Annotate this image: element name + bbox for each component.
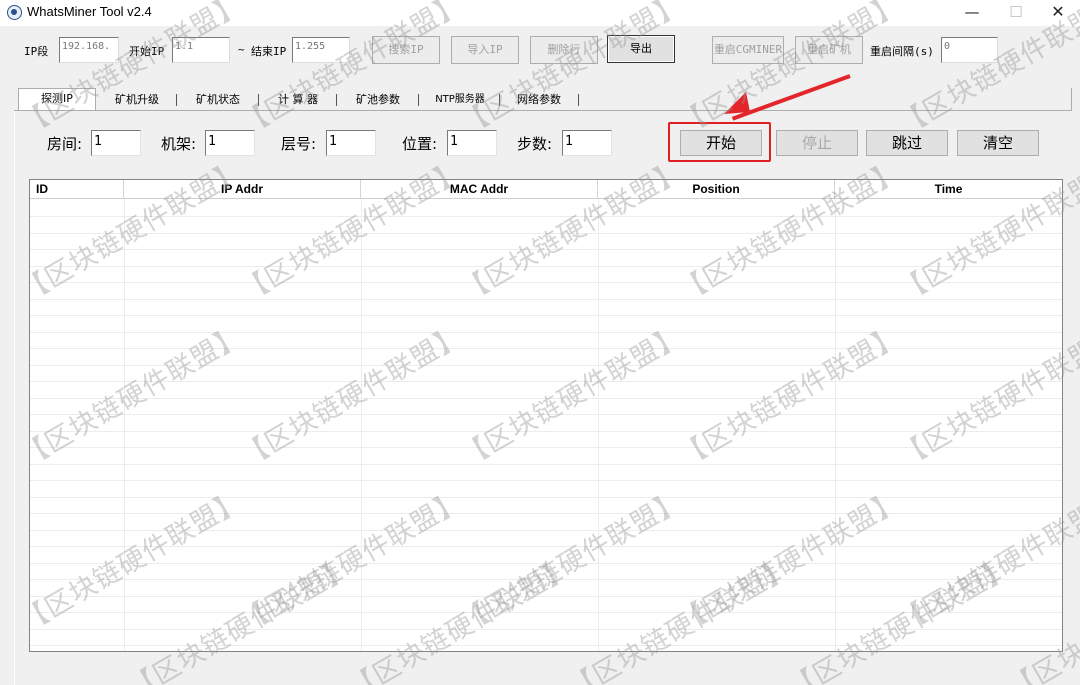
table-grid-line <box>30 563 1062 564</box>
tab-miner-upgrade[interactable]: 矿机升级 <box>100 90 174 110</box>
table-grid-line <box>30 315 1062 316</box>
end-ip-label: 结束IP <box>251 45 287 58</box>
table-grid-line <box>30 447 1062 448</box>
ip-toolbar: IP段 192.168. 开始IP 1.1 ~ 结束IP 1.255 搜索IP … <box>0 26 1080 86</box>
tab-strip: 探测IP 矿机升级 矿机状态 计 算 器 矿池参数 NTP服务器 网络参数 <box>18 88 1073 110</box>
clear-button[interactable]: 清空 <box>957 130 1039 156</box>
table-grid-line <box>30 596 1062 597</box>
tab-separator <box>176 94 177 106</box>
scan-ip-button[interactable]: 搜索IP <box>372 36 440 64</box>
table-grid-line <box>30 414 1062 415</box>
column-mac-addr[interactable]: MAC Addr <box>361 180 598 199</box>
table-grid-line <box>30 612 1062 613</box>
table-grid-line <box>30 332 1062 333</box>
room-input[interactable]: 1 <box>91 130 141 156</box>
delete-row-button[interactable]: 删除行 <box>530 36 598 64</box>
table-grid-column <box>361 199 362 651</box>
column-id[interactable]: ID <box>30 180 124 199</box>
table-grid-line <box>30 381 1062 382</box>
restart-interval-field[interactable]: 0 <box>941 37 998 63</box>
tab-network-params[interactable]: 网络参数 <box>502 90 576 110</box>
table-grid-line <box>30 546 1062 547</box>
export-button[interactable]: 导出 <box>607 35 675 63</box>
table-grid-line <box>30 299 1062 300</box>
ip-segment-field[interactable]: 192.168. <box>59 37 119 63</box>
ip-segment-label: IP段 <box>24 45 49 58</box>
layer-input[interactable]: 1 <box>326 130 376 156</box>
stop-button[interactable]: 停止 <box>776 130 858 156</box>
arrow-head-icon <box>724 92 750 114</box>
step-input[interactable]: 1 <box>562 130 612 156</box>
minimize-button[interactable]: — <box>950 0 994 26</box>
main-window: IP段 192.168. 开始IP 1.1 ~ 结束IP 1.255 搜索IP … <box>0 0 1080 685</box>
table-grid-line <box>30 645 1062 646</box>
layer-label: 层号: <box>281 135 317 153</box>
rack-input[interactable]: 1 <box>205 130 255 156</box>
restart-interval-label: 重启间隔(s) <box>870 45 934 58</box>
table-grid-line <box>30 233 1062 234</box>
results-table[interactable]: ID IP Addr MAC Addr Position Time <box>29 179 1063 652</box>
table-grid-line <box>30 216 1062 217</box>
table-grid-line <box>30 282 1062 283</box>
table-grid-column <box>598 199 599 651</box>
restart-cgminer-button[interactable]: 重启CGMINER <box>712 36 784 64</box>
tab-ntp-server[interactable]: NTP服务器 <box>422 90 498 110</box>
tab-separator <box>258 94 259 106</box>
table-grid-line <box>30 497 1062 498</box>
position-input[interactable]: 1 <box>447 130 497 156</box>
import-ip-button[interactable]: 导入IP <box>451 36 519 64</box>
table-grid-column <box>835 199 836 651</box>
tab-border <box>1071 88 1072 111</box>
room-label: 房间: <box>47 135 83 153</box>
table-header: ID IP Addr MAC Addr Position Time <box>30 180 1062 199</box>
table-grid-line <box>30 365 1062 366</box>
tab-separator <box>578 94 579 106</box>
tab-miner-status[interactable]: 矿机状态 <box>181 90 255 110</box>
start-ip-label: 开始IP <box>129 45 165 58</box>
table-grid-column <box>124 199 125 651</box>
title-bar: WhatsMiner Tool v2.4 — ☐ ✕ <box>0 0 1080 26</box>
maximize-button[interactable]: ☐ <box>994 0 1038 26</box>
table-grid-line <box>30 513 1062 514</box>
start-button-highlight <box>668 122 771 162</box>
table-grid-line <box>30 629 1062 630</box>
close-button[interactable]: ✕ <box>1036 0 1080 26</box>
column-position[interactable]: Position <box>598 180 835 199</box>
table-grid-line <box>30 348 1062 349</box>
window-title: WhatsMiner Tool v2.4 <box>27 4 152 19</box>
tab-separator <box>499 94 500 106</box>
column-time[interactable]: Time <box>835 180 1062 199</box>
tab-calculator[interactable]: 计 算 器 <box>263 90 333 110</box>
rack-label: 机架: <box>161 135 197 153</box>
table-grid-line <box>30 579 1062 580</box>
range-tilde: ~ <box>238 43 245 56</box>
column-ip-addr[interactable]: IP Addr <box>124 180 361 199</box>
table-grid-line <box>30 266 1062 267</box>
end-ip-field[interactable]: 1.255 <box>292 37 350 63</box>
table-grid-line <box>30 530 1062 531</box>
tab-probe-ip[interactable]: 探测IP <box>18 88 96 110</box>
table-grid-line <box>30 464 1062 465</box>
restart-miner-button[interactable]: 重启矿机 <box>795 36 863 64</box>
app-logo-icon <box>7 5 22 20</box>
tab-separator <box>418 94 419 106</box>
start-ip-field[interactable]: 1.1 <box>172 37 230 63</box>
skip-button[interactable]: 跳过 <box>866 130 948 156</box>
table-grid-line <box>30 398 1062 399</box>
step-label: 步数: <box>517 135 553 153</box>
table-grid-line <box>30 480 1062 481</box>
tab-separator <box>336 94 337 106</box>
table-grid-line <box>30 431 1062 432</box>
table-grid-line <box>30 249 1062 250</box>
tab-pool-params[interactable]: 矿池参数 <box>340 90 416 110</box>
position-label: 位置: <box>402 135 438 153</box>
